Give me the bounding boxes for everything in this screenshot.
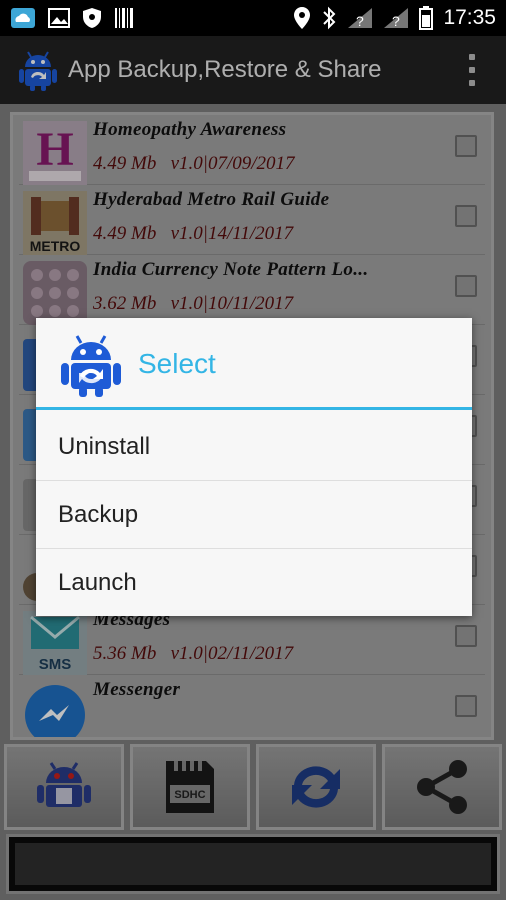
svg-text:?: ? [356, 13, 364, 29]
status-bar: ? ? 17:35 [0, 0, 506, 36]
bluetooth-icon [323, 6, 336, 30]
signal-2-icon: ? [384, 8, 409, 29]
backup-option[interactable]: Backup [36, 481, 472, 549]
launch-option[interactable]: Launch [36, 549, 472, 617]
barcode-icon [115, 8, 133, 28]
select-dialog: Select Uninstall Backup Launch [36, 318, 472, 616]
android-robot-icon [61, 335, 121, 397]
svg-text:?: ? [392, 13, 400, 29]
clock: 17:35 [443, 6, 496, 29]
dialog-header: Select [36, 318, 472, 410]
location-icon [294, 7, 311, 29]
shield-icon [83, 8, 101, 28]
image-icon [48, 8, 70, 28]
battery-icon [419, 6, 434, 30]
uninstall-option[interactable]: Uninstall [36, 413, 472, 481]
dialog-title: Select [138, 348, 216, 379]
cloud-icon [11, 8, 35, 28]
signal-1-icon: ? [348, 8, 373, 29]
